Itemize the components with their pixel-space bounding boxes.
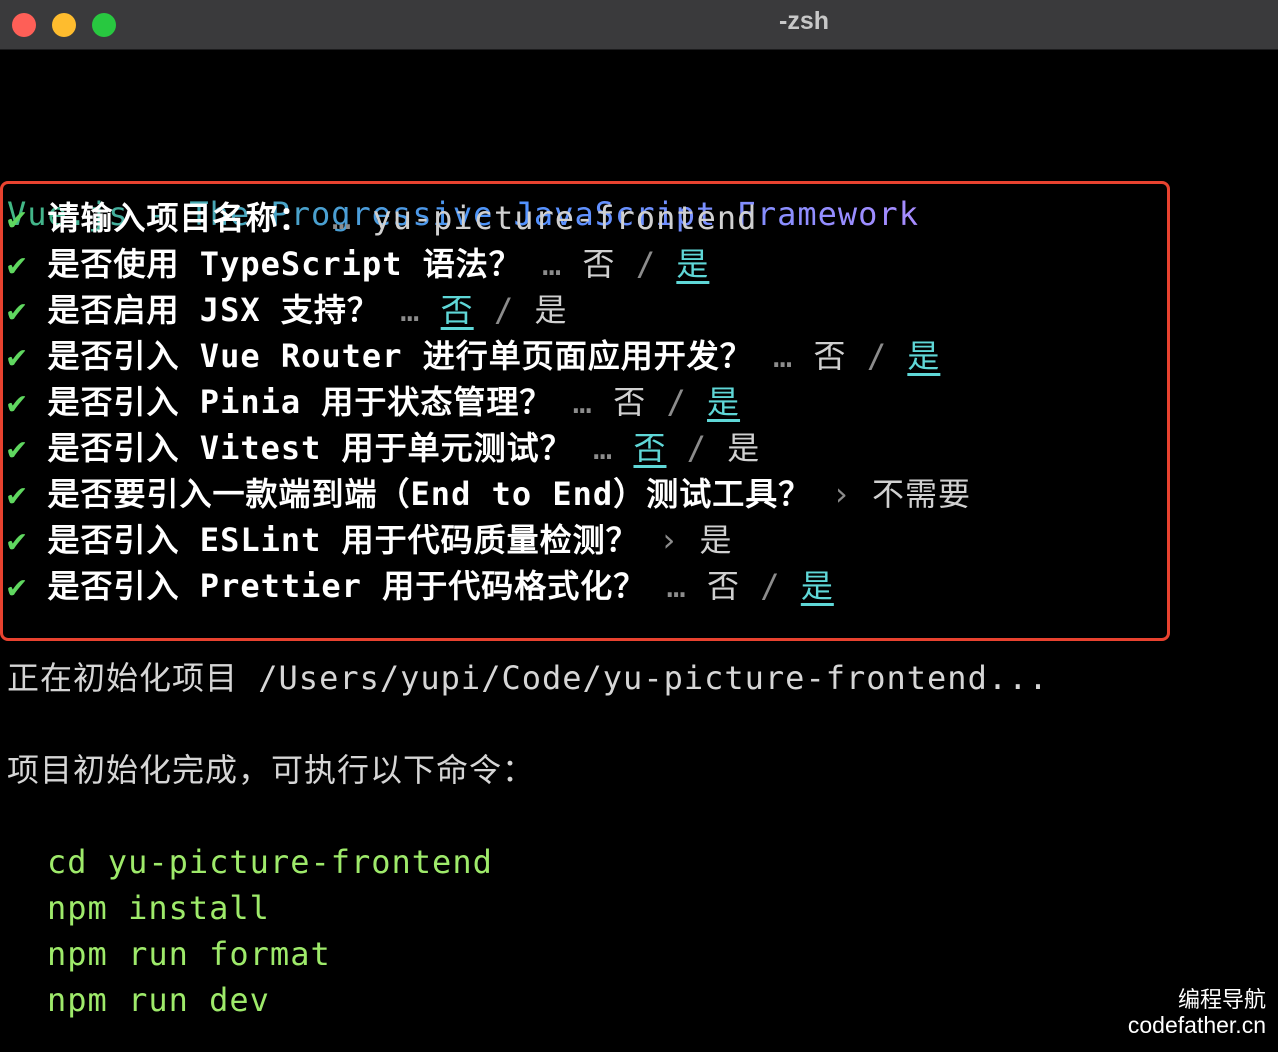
prompt-question: 是否引入 Vitest 用于单元测试？ <box>47 429 573 467</box>
option-no[interactable]: 否 <box>707 567 740 605</box>
command-line: npm run dev <box>47 981 270 1019</box>
prompt-answer: yu-picture-frontend <box>372 199 758 237</box>
checkmark-icon: ✔ <box>7 291 28 329</box>
prompt-question: 是否引入 Pinia 用于状态管理？ <box>47 383 553 421</box>
checkmark-icon: ✔ <box>7 337 28 375</box>
prompt-line: ✔ 是否引入 Pinia 用于状态管理？ … 否 / 是 <box>7 380 740 424</box>
option-yes[interactable]: 是 <box>801 567 834 605</box>
prompt-question: 是否引入 Vue Router 进行单页面应用开发？ <box>47 337 753 375</box>
command-line: npm run format <box>47 935 331 973</box>
vue-banner: Vue.js - The Progressive JavaScript Fram… <box>7 104 927 233</box>
option-no[interactable]: 否 <box>814 337 847 375</box>
option-separator: / <box>615 245 677 283</box>
init-message: 正在初始化项目 /Users/yupi/Code/yu-picture-fron… <box>7 659 1049 697</box>
prompt-line: ✔ 是否引入 Vue Router 进行单页面应用开发？ … 否 / 是 <box>7 334 940 378</box>
prompt-separator: … <box>572 429 634 467</box>
option-no[interactable]: 否 <box>633 429 666 467</box>
prompt-line: ✔ 请输入项目名称： … yu-picture-frontend <box>7 196 757 240</box>
checkmark-icon: ✔ <box>7 521 28 559</box>
prompt-separator: … <box>311 199 373 237</box>
watermark-url: codefather.cn <box>1127 1012 1266 1038</box>
prompt-answer: 不需要 <box>872 475 972 513</box>
window-title: -zsh <box>779 7 829 35</box>
option-separator: / <box>666 429 728 467</box>
done-message: 项目初始化完成，可执行以下命令： <box>7 751 536 789</box>
checkmark-icon: ✔ <box>7 199 28 237</box>
prompt-separator: … <box>752 337 814 375</box>
prompt-separator: … <box>521 245 583 283</box>
prompt-line: ✔ 是否引入 Prettier 用于代码格式化？ … 否 / 是 <box>7 564 834 608</box>
prompt-question: 是否启用 JSX 支持？ <box>47 291 380 329</box>
command-line: npm install <box>47 889 270 927</box>
checkmark-icon: ✔ <box>7 245 28 283</box>
prompt-line: ✔ 是否启用 JSX 支持？ … 否 / 是 <box>7 288 568 332</box>
option-no[interactable]: 否 <box>583 245 616 283</box>
prompt-question: 是否引入 Prettier 用于代码格式化？ <box>47 567 647 605</box>
checkmark-icon: ✔ <box>7 383 28 421</box>
prompt-question: 请输入项目名称： <box>47 199 312 237</box>
option-yes[interactable]: 是 <box>727 429 760 467</box>
option-separator: / <box>473 291 535 329</box>
checkmark-icon: ✔ <box>7 429 28 467</box>
terminal-window: -zsh Vue.js - The Progressive JavaScript… <box>0 0 1278 1052</box>
prompt-line: ✔ 是否使用 TypeScript 语法？ … 否 / 是 <box>7 242 709 286</box>
watermark-title: 编程导航 <box>1177 987 1266 1012</box>
prompt-separator: › <box>638 521 700 559</box>
prompt-question: 是否要引入一款端到端（End to End）测试工具？ <box>47 475 812 513</box>
checkmark-icon: ✔ <box>7 567 28 605</box>
prompt-question: 是否使用 TypeScript 语法？ <box>47 245 522 283</box>
option-yes[interactable]: 是 <box>534 291 567 329</box>
option-yes[interactable]: 是 <box>907 337 940 375</box>
option-yes[interactable]: 是 <box>707 383 740 421</box>
prompt-separator: … <box>646 567 707 605</box>
option-no[interactable]: 否 <box>441 291 474 329</box>
command-line: cd yu-picture-frontend <box>47 843 493 881</box>
prompt-separator: › <box>811 475 872 513</box>
prompt-line: ✔ 是否要引入一款端到端（End to End）测试工具？ › 不需要 <box>7 472 971 516</box>
prompt-answer: 是 <box>699 521 733 559</box>
title-bar: -zsh <box>0 0 1278 50</box>
prompt-separator: … <box>552 383 614 421</box>
prompt-line: ✔ 是否引入 Vitest 用于单元测试？ … 否 / 是 <box>7 426 760 470</box>
option-no[interactable]: 否 <box>613 383 646 421</box>
checkmark-icon: ✔ <box>7 475 28 513</box>
option-separator: / <box>740 567 801 605</box>
prompt-line: ✔ 是否引入 ESLint 用于代码质量检测？ › 是 <box>7 518 732 562</box>
option-separator: / <box>646 383 708 421</box>
prompt-separator: … <box>379 291 441 329</box>
option-separator: / <box>846 337 908 375</box>
prompt-question: 是否引入 ESLint 用于代码质量检测？ <box>47 521 639 559</box>
option-yes[interactable]: 是 <box>676 245 709 283</box>
